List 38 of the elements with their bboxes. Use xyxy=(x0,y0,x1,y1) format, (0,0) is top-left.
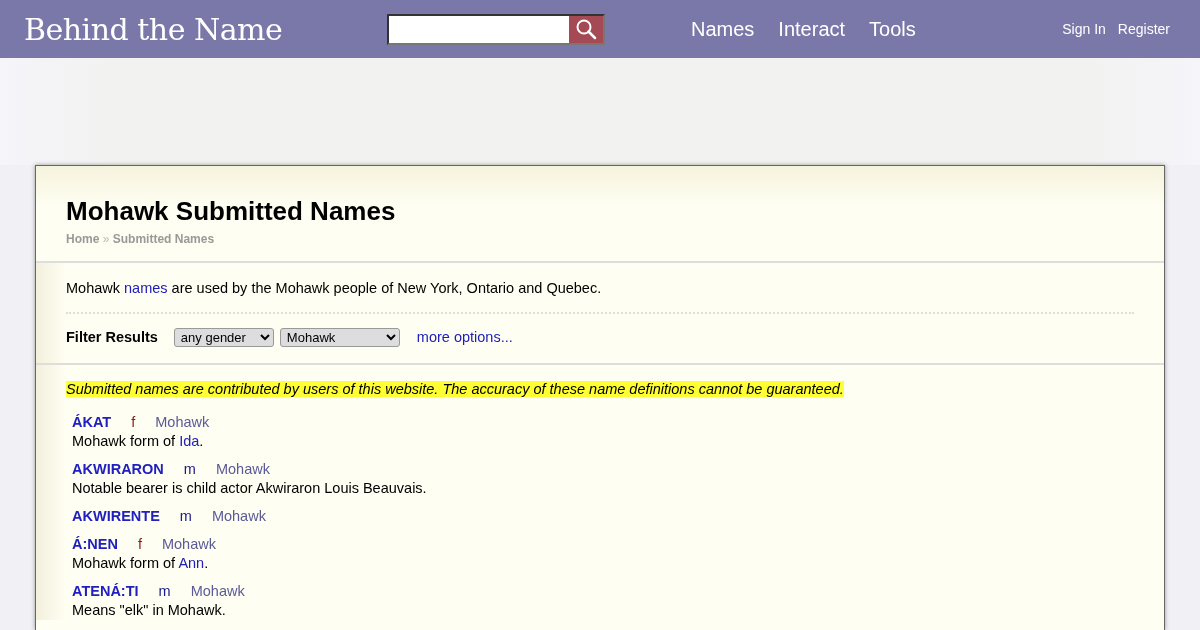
name-description: Notable bearer is child actor Akwiraron Louis Beauvais. xyxy=(72,479,428,499)
disclaimer-notice: Submitted names are contributed by users of this website. The accuracy of these name definitions cannot be guaranteed. xyxy=(66,380,844,397)
name-link[interactable]: ÁKAT xyxy=(72,414,112,431)
name-description: Mohawk form of Ann. xyxy=(72,554,210,574)
search-field[interactable] xyxy=(387,13,605,45)
usage-link[interactable]: Mohawk xyxy=(155,414,210,431)
usage-link[interactable]: Mohawk xyxy=(211,508,266,525)
account-link[interactable]: Sign In xyxy=(1062,18,1106,40)
name-link[interactable]: Á:NEN xyxy=(72,536,118,553)
intro-text: Mohawk names are used by the Mohawk people of New York, Ontario and Quebec. xyxy=(66,263,1134,314)
gender-select[interactable]: any gender xyxy=(173,328,274,348)
gender-label: f xyxy=(137,536,142,553)
nav-link[interactable]: Tools xyxy=(869,14,916,44)
filter-label: Filter Results xyxy=(66,327,158,347)
name-link[interactable]: ATENÁ:TI xyxy=(72,583,139,600)
usage-link[interactable]: Mohawk xyxy=(190,583,245,600)
gender-label: m xyxy=(158,583,171,600)
breadcrumb-separator: » xyxy=(102,232,110,247)
page-title: Mohawk Submitted Names xyxy=(66,196,397,228)
site-logo[interactable]: Behind the Name xyxy=(24,6,387,52)
account-link[interactable]: Register xyxy=(1117,18,1170,40)
usage-link[interactable]: Mohawk xyxy=(161,536,216,553)
name-description: Means "elk" in Mohawk. xyxy=(72,601,227,621)
search-button[interactable] xyxy=(569,15,603,43)
nav-link[interactable]: Interact xyxy=(778,14,846,44)
gender-label: f xyxy=(131,414,136,431)
usage-select[interactable]: Mohawk xyxy=(279,328,400,348)
gender-label: m xyxy=(179,508,192,525)
text-link[interactable]: Ann xyxy=(178,555,205,572)
text-link[interactable]: names xyxy=(124,280,168,297)
gender-label: m xyxy=(183,461,196,478)
name-description: Mohawk form of Ida. xyxy=(72,432,205,452)
search-icon xyxy=(575,18,597,40)
more-options-link[interactable]: more options... xyxy=(416,326,513,349)
name-link[interactable]: AKWIRENTE xyxy=(72,508,160,525)
name-link[interactable]: AKWIRARON xyxy=(72,461,164,478)
usage-link[interactable]: Mohawk xyxy=(215,461,270,478)
nav-link[interactable]: Names xyxy=(691,14,755,44)
